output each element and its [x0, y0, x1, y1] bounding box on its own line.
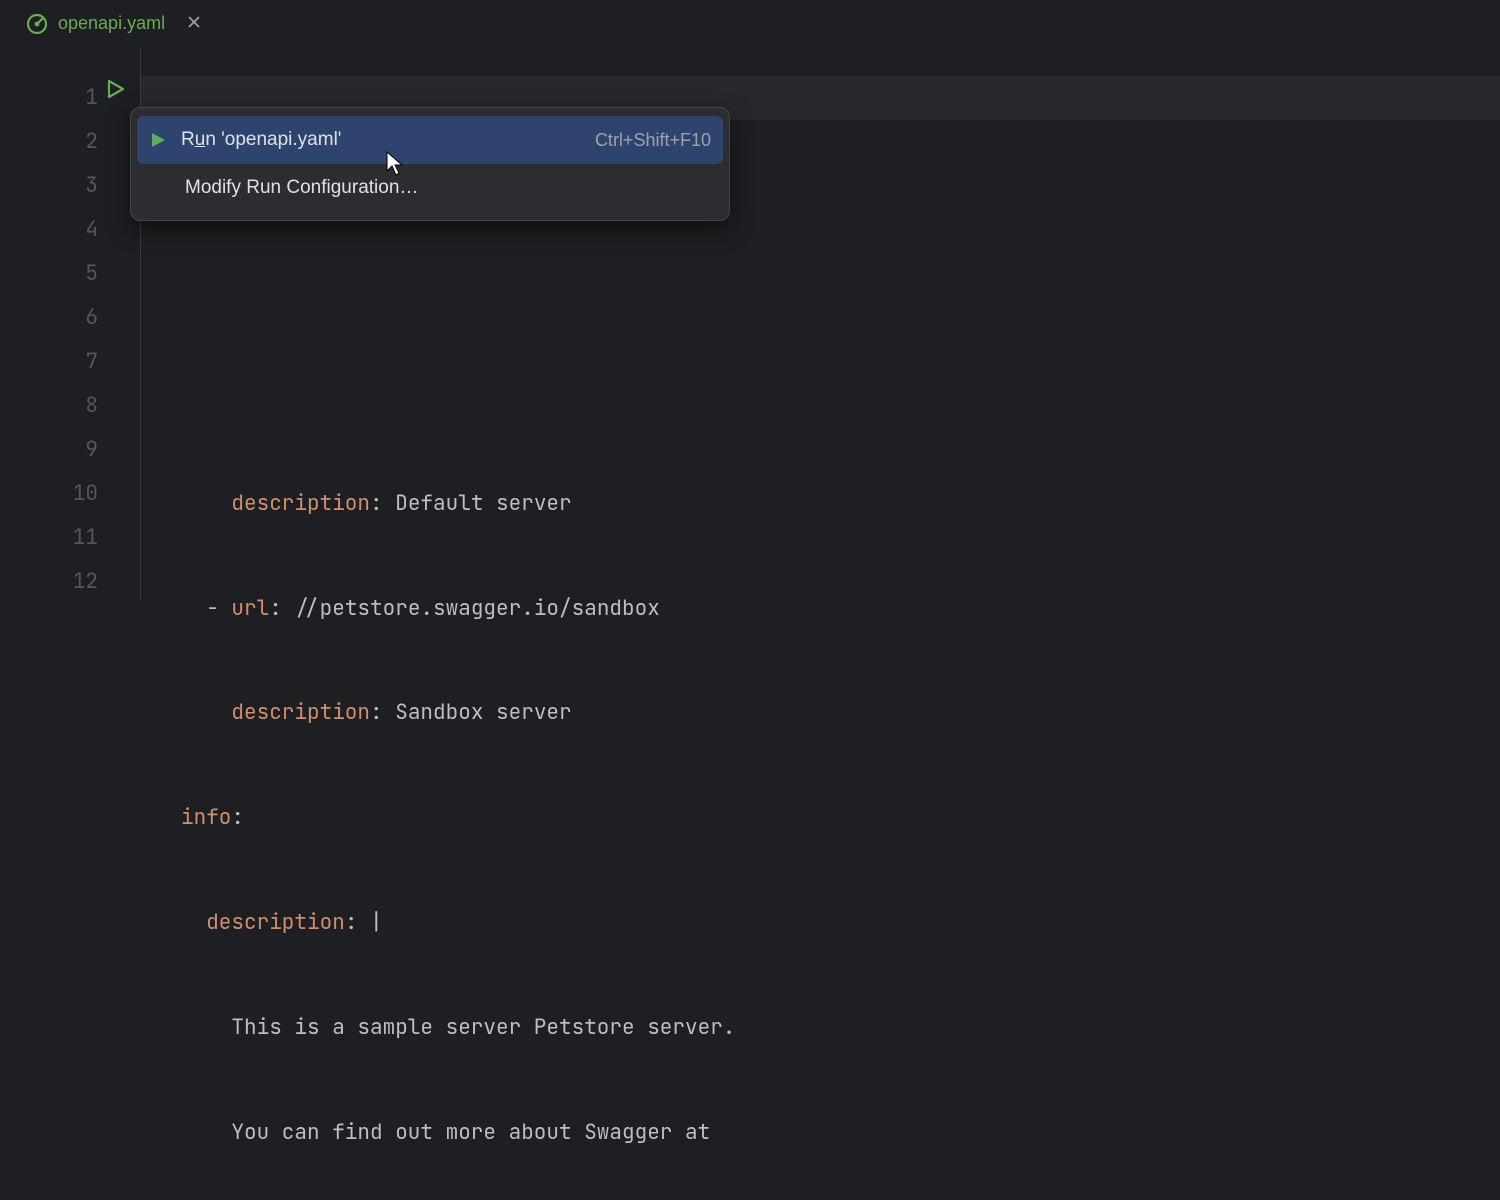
line-number: 7 — [0, 340, 140, 384]
line-number: 3 — [0, 164, 140, 208]
line-number: 6 — [0, 296, 140, 340]
close-tab-icon[interactable] — [187, 13, 201, 34]
line-number: 9 — [0, 428, 140, 472]
code-line: You can find out more about Swagger at — [181, 1111, 1227, 1155]
play-icon — [149, 131, 167, 149]
code-line — [181, 272, 1227, 316]
menu-run-label: Run 'openapi.yaml' — [181, 129, 581, 151]
tab-bar: openapi.yaml — [0, 0, 1500, 48]
line-number: 5 — [0, 252, 140, 296]
line-number-gutter: 1 2 3 4 5 6 7 8 9 10 11 12 — [0, 48, 140, 600]
mouse-cursor-icon — [386, 151, 404, 177]
code-line: This is a sample server Petstore server. — [181, 1006, 1227, 1050]
line-number: 4 — [0, 208, 140, 252]
openapi-file-icon — [26, 13, 48, 35]
code-line — [181, 377, 1227, 421]
code-line: description: Default server — [181, 482, 1227, 526]
code-line: - url: //petstore.swagger.io/sandbox — [181, 587, 1227, 631]
menu-run-shortcut: Ctrl+Shift+F10 — [595, 130, 711, 151]
menu-run[interactable]: Run 'openapi.yaml' Ctrl+Shift+F10 — [137, 116, 723, 164]
line-number: 12 — [0, 560, 140, 604]
line-number: 10 — [0, 472, 140, 516]
line-number: 2 — [0, 120, 140, 164]
code-line: description: Sandbox server — [181, 692, 1227, 736]
menu-modify-run-config[interactable]: Modify Run Configuration… — [131, 164, 729, 212]
tab-filename: openapi.yaml — [58, 13, 165, 34]
context-menu: Run 'openapi.yaml' Ctrl+Shift+F10 Modify… — [130, 107, 730, 221]
line-number: 8 — [0, 384, 140, 428]
file-tab[interactable]: openapi.yaml — [16, 7, 211, 41]
line-number: 11 — [0, 516, 140, 560]
code-line: info: — [181, 797, 1227, 841]
run-gutter-icon[interactable] — [103, 78, 125, 100]
menu-modify-label: Modify Run Configuration… — [185, 177, 711, 199]
code-line: description: | — [181, 901, 1227, 945]
